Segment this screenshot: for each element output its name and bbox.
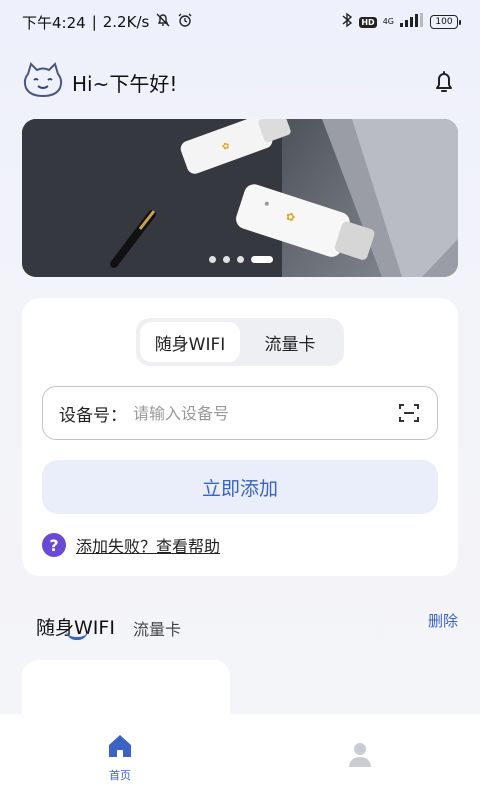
signal-icon (400, 13, 424, 31)
profile-icon (345, 739, 375, 769)
device-number-field[interactable]: 设备号： (42, 386, 438, 440)
help-link[interactable]: 添加失败？查看帮助 (76, 533, 220, 557)
status-separator: | (91, 13, 97, 31)
home-header: Hi~下午好! (22, 60, 458, 104)
add-device-card: 随身WIFI 流量卡 设备号： 立即添加 ? 添加失败？查看帮助 (22, 298, 458, 576)
pagination-dot-active[interactable] (251, 256, 273, 263)
pagination-dot[interactable] (237, 256, 244, 263)
promo-banner[interactable]: ✿ ✿ (22, 119, 458, 277)
status-time: 下午4:24 (22, 13, 86, 32)
question-icon: ? (42, 533, 66, 557)
banner-pagination[interactable] (209, 256, 273, 263)
device-number-input[interactable] (133, 403, 389, 423)
mute-bell-icon (153, 12, 171, 32)
cloud-avatar-icon (22, 60, 64, 104)
tab-portable-wifi[interactable]: 随身WIFI (140, 322, 240, 362)
network-type: 4G (382, 17, 394, 26)
home-icon (105, 731, 135, 761)
help-row[interactable]: ? 添加失败？查看帮助 (42, 533, 220, 557)
bottom-navigation: 首页 (0, 714, 480, 800)
status-speed: 2.2K/s (102, 13, 150, 31)
add-now-button[interactable]: 立即添加 (42, 460, 438, 514)
status-bar: 下午4:24 | 2.2K/s HD 4G 100 (0, 0, 480, 44)
device-type-switch: 随身WIFI 流量卡 (136, 318, 344, 366)
device-list-tabs: 随身WIFI 流量卡 删除 (36, 600, 458, 640)
alarm-clock-icon (175, 12, 193, 32)
nav-home-label: 首页 (109, 769, 131, 782)
list-tab-data-card[interactable]: 流量卡 (133, 616, 181, 640)
scan-icon[interactable] (397, 401, 421, 425)
delete-button[interactable]: 删除 (428, 610, 458, 631)
pagination-dot[interactable] (223, 256, 230, 263)
notification-bell-icon[interactable] (430, 68, 458, 96)
greeting-text: Hi~下午好! (72, 71, 178, 96)
nav-home[interactable]: 首页 (0, 731, 240, 783)
device-number-label: 设备号： (59, 405, 127, 426)
tab-data-card[interactable]: 流量卡 (240, 322, 340, 362)
pagination-dot[interactable] (209, 256, 216, 263)
bluetooth-icon (341, 12, 353, 32)
hd-badge: HD (359, 16, 377, 28)
battery-indicator: 100 (430, 15, 461, 29)
nav-profile[interactable] (240, 739, 480, 775)
banner-image: ✿ ✿ (22, 119, 458, 277)
